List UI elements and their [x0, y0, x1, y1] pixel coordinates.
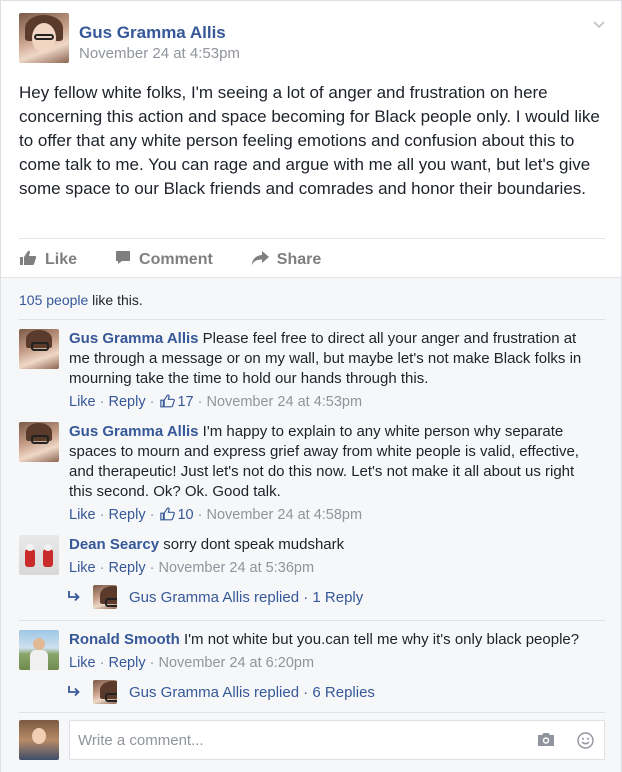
divider	[19, 319, 605, 320]
camera-icon[interactable]	[537, 732, 555, 754]
commenter-avatar[interactable]	[19, 630, 59, 670]
likes-summary: 105 people like this.	[19, 292, 143, 308]
smiley-icon[interactable]	[577, 732, 594, 754]
divider	[19, 712, 605, 713]
comment-text: I'm not white but you.can tell me why it…	[179, 631, 580, 648]
comment-like-link[interactable]: Like	[69, 655, 96, 671]
comment-text: sorry dont speak mudshark	[159, 536, 345, 553]
post-timestamp[interactable]: November 24 at 4:53pm	[79, 45, 240, 62]
comment-reply-link[interactable]: Reply	[109, 507, 146, 523]
replier-avatar	[93, 680, 117, 704]
divider	[19, 620, 605, 621]
comment-timestamp[interactable]: November 24 at 5:36pm	[158, 560, 314, 576]
thumbs-up-icon	[160, 394, 176, 414]
commenter-name[interactable]: Gus Gramma Allis	[69, 330, 199, 347]
comment-reply-link[interactable]: Reply	[109, 560, 146, 576]
comment-label: Comment	[139, 251, 213, 268]
comment-body: Dean Searcy sorry dont speak mudshark Li…	[69, 535, 599, 578]
comment-timestamp[interactable]: November 24 at 4:58pm	[207, 507, 363, 523]
comment-item: Ronald Smooth I'm not white but you.can …	[19, 630, 605, 673]
commenter-name[interactable]: Dean Searcy	[69, 536, 159, 553]
like-label: Like	[45, 251, 78, 268]
share-label: Share	[276, 251, 322, 268]
share-button[interactable]: Share	[251, 250, 322, 270]
comment-meta: Like · Reply · November 24 at 5:36pm	[69, 560, 315, 576]
comment-reply-link[interactable]: Reply	[109, 394, 146, 410]
like-button[interactable]: Like	[19, 250, 77, 271]
comment-item: Gus Gramma Allis I'm happy to explain to…	[19, 422, 605, 523]
comment-item: Dean Searcy sorry dont speak mudshark Li…	[19, 535, 605, 578]
author-avatar[interactable]	[19, 13, 69, 63]
reply-arrow-icon	[67, 684, 81, 701]
comment-like-link[interactable]: Like	[69, 394, 96, 410]
commenter-avatar[interactable]	[19, 329, 59, 369]
replies-summary: Gus Gramma Allis replied · 6 Replies	[129, 683, 375, 701]
comment-input-placeholder: Write a comment...	[78, 732, 204, 749]
comment-input[interactable]: Write a comment...	[69, 720, 605, 760]
share-arrow-icon	[251, 250, 277, 270]
current-user-avatar	[19, 720, 59, 760]
chevron-down-icon[interactable]	[593, 17, 605, 29]
comment-timestamp[interactable]: November 24 at 4:53pm	[207, 394, 363, 410]
comment-bubble-icon	[115, 250, 139, 270]
comment-timestamp[interactable]: November 24 at 6:20pm	[158, 655, 314, 671]
post-author-name[interactable]: Gus Gramma Allis	[79, 23, 226, 43]
replier-avatar	[93, 585, 117, 609]
commenter-name[interactable]: Ronald Smooth	[69, 631, 180, 648]
comment-meta: Like · Reply · November 24 at 6:20pm	[69, 655, 315, 671]
comment-button[interactable]: Comment	[115, 250, 213, 270]
reply-arrow-icon	[67, 589, 81, 606]
post-body-text: Hey fellow white folks, I'm seeing a lot…	[19, 83, 600, 198]
comment-body: Gus Gramma Allis I'm happy to explain to…	[69, 422, 599, 527]
comment-reply-link[interactable]: Reply	[109, 655, 146, 671]
divider	[19, 238, 605, 239]
comment-like-link[interactable]: Like	[69, 560, 96, 576]
comment-body: Ronald Smooth I'm not white but you.can …	[69, 630, 599, 673]
comment-like-count[interactable]: 10	[177, 507, 193, 523]
comment-composer: Write a comment...	[19, 720, 605, 764]
commenter-name[interactable]: Gus Gramma Allis	[69, 423, 199, 440]
likes-count-link[interactable]: 105 people	[19, 292, 88, 308]
comment-like-link[interactable]: Like	[69, 507, 96, 523]
comments-section: 105 people like this. Gus Gramma Allis P…	[1, 277, 621, 772]
comment-meta: Like · Reply · 17 · November 24 at 4:53p…	[69, 392, 599, 414]
thumbs-up-icon	[19, 250, 45, 271]
commenter-avatar[interactable]	[19, 535, 59, 575]
thumbs-up-icon	[160, 507, 176, 527]
post-actions-bar: Like Comment Share	[19, 249, 359, 271]
comment-body: Gus Gramma Allis Please feel free to dir…	[69, 329, 599, 414]
replies-summary: Gus Gramma Allis replied · 1 Reply	[129, 588, 364, 606]
commenter-avatar[interactable]	[19, 422, 59, 462]
likes-suffix: like this.	[88, 292, 143, 308]
comment-meta: Like · Reply · 10 · November 24 at 4:58p…	[69, 505, 599, 527]
comment-item: Gus Gramma Allis Please feel free to dir…	[19, 329, 605, 410]
comment-like-count[interactable]: 17	[177, 394, 193, 410]
post-card: Gus Gramma Allis November 24 at 4:53pm H…	[0, 0, 622, 772]
view-replies-link[interactable]: Gus Gramma Allis replied · 1 Reply	[67, 585, 363, 609]
view-replies-link[interactable]: Gus Gramma Allis replied · 6 Replies	[67, 680, 375, 704]
